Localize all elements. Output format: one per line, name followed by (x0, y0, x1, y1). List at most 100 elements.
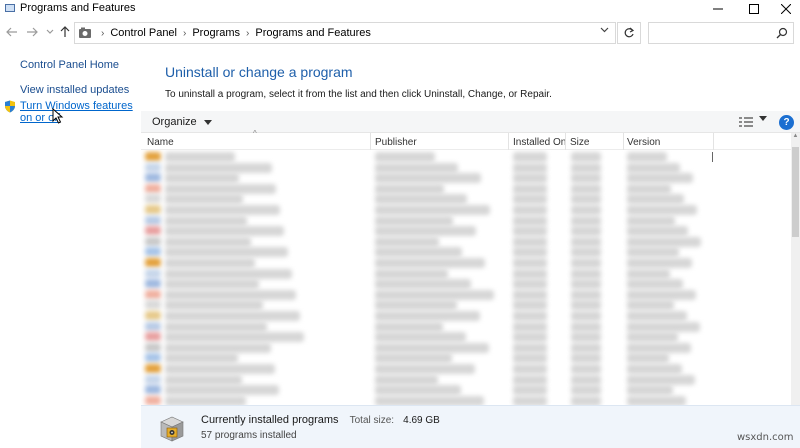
breadcrumb-programs[interactable]: Programs (192, 27, 240, 39)
program-row-cell (627, 226, 688, 237)
program-row-cell (375, 194, 467, 205)
column-divider[interactable] (508, 133, 509, 150)
maximize-button[interactable] (736, 0, 772, 18)
program-row-cell (375, 162, 458, 173)
program-row-cell (375, 173, 481, 184)
program-row-cell (571, 226, 601, 237)
program-row-cell (571, 332, 601, 343)
back-button[interactable] (4, 24, 20, 40)
program-row-cell (627, 321, 700, 332)
minimize-button[interactable] (700, 0, 736, 18)
turn-windows-features-link[interactable]: Turn Windows features on or off (20, 100, 138, 124)
program-row-cell (165, 395, 246, 405)
program-row-cell (571, 353, 601, 364)
program-row-cell (513, 268, 547, 279)
program-row-cell (513, 364, 547, 374)
program-row-cell (571, 395, 601, 405)
sort-ascending-icon: ^ (253, 129, 257, 138)
organize-label: Organize (152, 116, 197, 128)
control-panel-home-link[interactable]: Control Panel Home (20, 59, 119, 71)
program-row-cell (513, 279, 547, 290)
program-row-cell (627, 311, 687, 321)
close-button[interactable] (772, 0, 800, 18)
program-row-cell (627, 215, 675, 226)
change-view-icon[interactable] (739, 116, 753, 128)
scroll-up-icon[interactable]: ▲ (791, 133, 800, 142)
program-row-cell (375, 289, 494, 300)
up-button[interactable] (57, 24, 73, 40)
details-pane: Currently installed programs Total size:… (141, 405, 800, 448)
program-list[interactable] (141, 150, 791, 405)
program-row-cell (165, 247, 288, 258)
program-row-cell (513, 236, 547, 247)
program-row-cell (571, 183, 601, 194)
program-row-cell (571, 247, 601, 258)
view-options-caret-icon[interactable] (759, 116, 767, 121)
program-row-cell (165, 311, 300, 321)
breadcrumb-separator[interactable]: › (183, 28, 186, 39)
program-row-cell (513, 374, 547, 385)
program-row-icon (145, 247, 161, 257)
program-row-cell (375, 353, 452, 364)
address-dropdown-icon[interactable] (600, 27, 609, 33)
command-bar: Organize ? (141, 111, 800, 133)
program-row-cell (627, 173, 693, 184)
instruction-text: To uninstall a program, select it from t… (165, 89, 552, 100)
column-name[interactable]: Name (147, 137, 174, 148)
program-row-cell (165, 332, 304, 343)
program-row-icon (145, 268, 161, 278)
program-row-cell (375, 332, 466, 343)
program-row-icon (145, 385, 161, 395)
window-title: Programs and Features (20, 2, 136, 14)
organize-button[interactable]: Organize (152, 116, 212, 128)
program-row-cell (375, 258, 485, 268)
recent-locations-button[interactable] (42, 24, 58, 40)
program-row-cell (165, 205, 280, 215)
program-row-cell (571, 258, 601, 268)
scroll-thumb[interactable] (792, 147, 799, 237)
maximize-icon (749, 4, 759, 14)
program-row-cell (513, 215, 547, 226)
program-row-cell (375, 183, 444, 194)
program-row-cell (513, 332, 547, 343)
total-size-value: 4.69 GB (403, 415, 440, 426)
program-row-cell (513, 194, 547, 205)
program-row-icon (145, 311, 161, 320)
column-version[interactable]: Version (627, 137, 660, 148)
breadcrumb-separator[interactable]: › (246, 28, 249, 39)
program-row-cell (165, 385, 279, 396)
vertical-scrollbar[interactable]: ▲ (791, 133, 800, 405)
program-row-cell (375, 311, 480, 321)
program-row-cell (375, 247, 462, 258)
forward-button[interactable] (24, 24, 40, 40)
forward-arrow-icon (27, 27, 38, 37)
column-divider[interactable] (565, 133, 566, 150)
program-row-cell (513, 385, 547, 396)
program-row-cell (513, 226, 547, 237)
program-row-cell (627, 300, 674, 311)
program-row-cell (627, 247, 679, 258)
view-installed-updates-link[interactable]: View installed updates (20, 84, 129, 96)
program-row-cell (165, 215, 247, 226)
program-row-cell (627, 395, 686, 405)
program-row-cell (165, 289, 296, 300)
help-button[interactable]: ? (779, 115, 794, 130)
column-size[interactable]: Size (570, 137, 589, 148)
program-row-icon (145, 258, 161, 267)
refresh-button[interactable] (617, 22, 641, 44)
column-installed-on[interactable]: Installed On (513, 137, 566, 148)
refresh-icon (624, 27, 635, 38)
program-row-cell (571, 236, 601, 247)
breadcrumb-control-panel[interactable]: Control Panel (110, 27, 177, 39)
search-input[interactable] (648, 22, 794, 44)
column-publisher[interactable]: Publisher (375, 137, 417, 148)
address-bar[interactable]: › Control Panel › Programs › Programs an… (74, 22, 616, 44)
program-row-cell (571, 205, 601, 215)
column-divider[interactable] (623, 133, 624, 150)
breadcrumb-programs-and-features[interactable]: Programs and Features (255, 27, 371, 39)
column-divider[interactable] (370, 133, 371, 150)
program-row-cell (571, 194, 601, 205)
column-divider[interactable] (713, 133, 714, 150)
program-row-cell (627, 385, 673, 396)
program-row-icon (145, 332, 161, 342)
